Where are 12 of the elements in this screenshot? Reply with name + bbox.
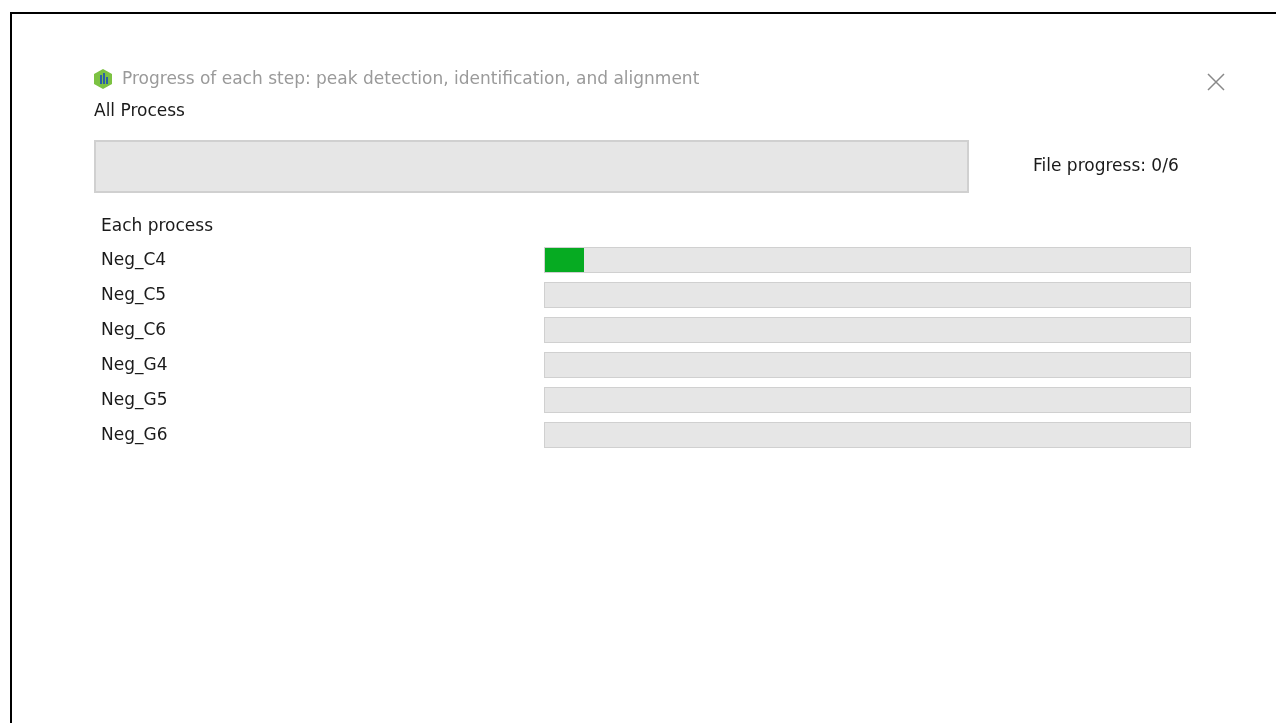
file-name: Neg_G4 [101, 352, 169, 377]
section-label: All Process [94, 99, 186, 122]
file-progress-text: File progress: 0/6 [1033, 154, 1179, 178]
file-name: Neg_C6 [101, 317, 168, 342]
section-label: Each process [101, 213, 214, 237]
file-name: Neg_C4 [101, 247, 168, 272]
file-name: Neg_G6 [101, 422, 169, 447]
file-name: Neg_C5 [101, 282, 168, 307]
window-title: Progress of each step: peak detection, identification, and alignment [122, 67, 700, 91]
app-logo-icon [92, 68, 114, 90]
file-name: Neg_G5 [101, 387, 169, 412]
close-icon [1207, 72, 1225, 91]
